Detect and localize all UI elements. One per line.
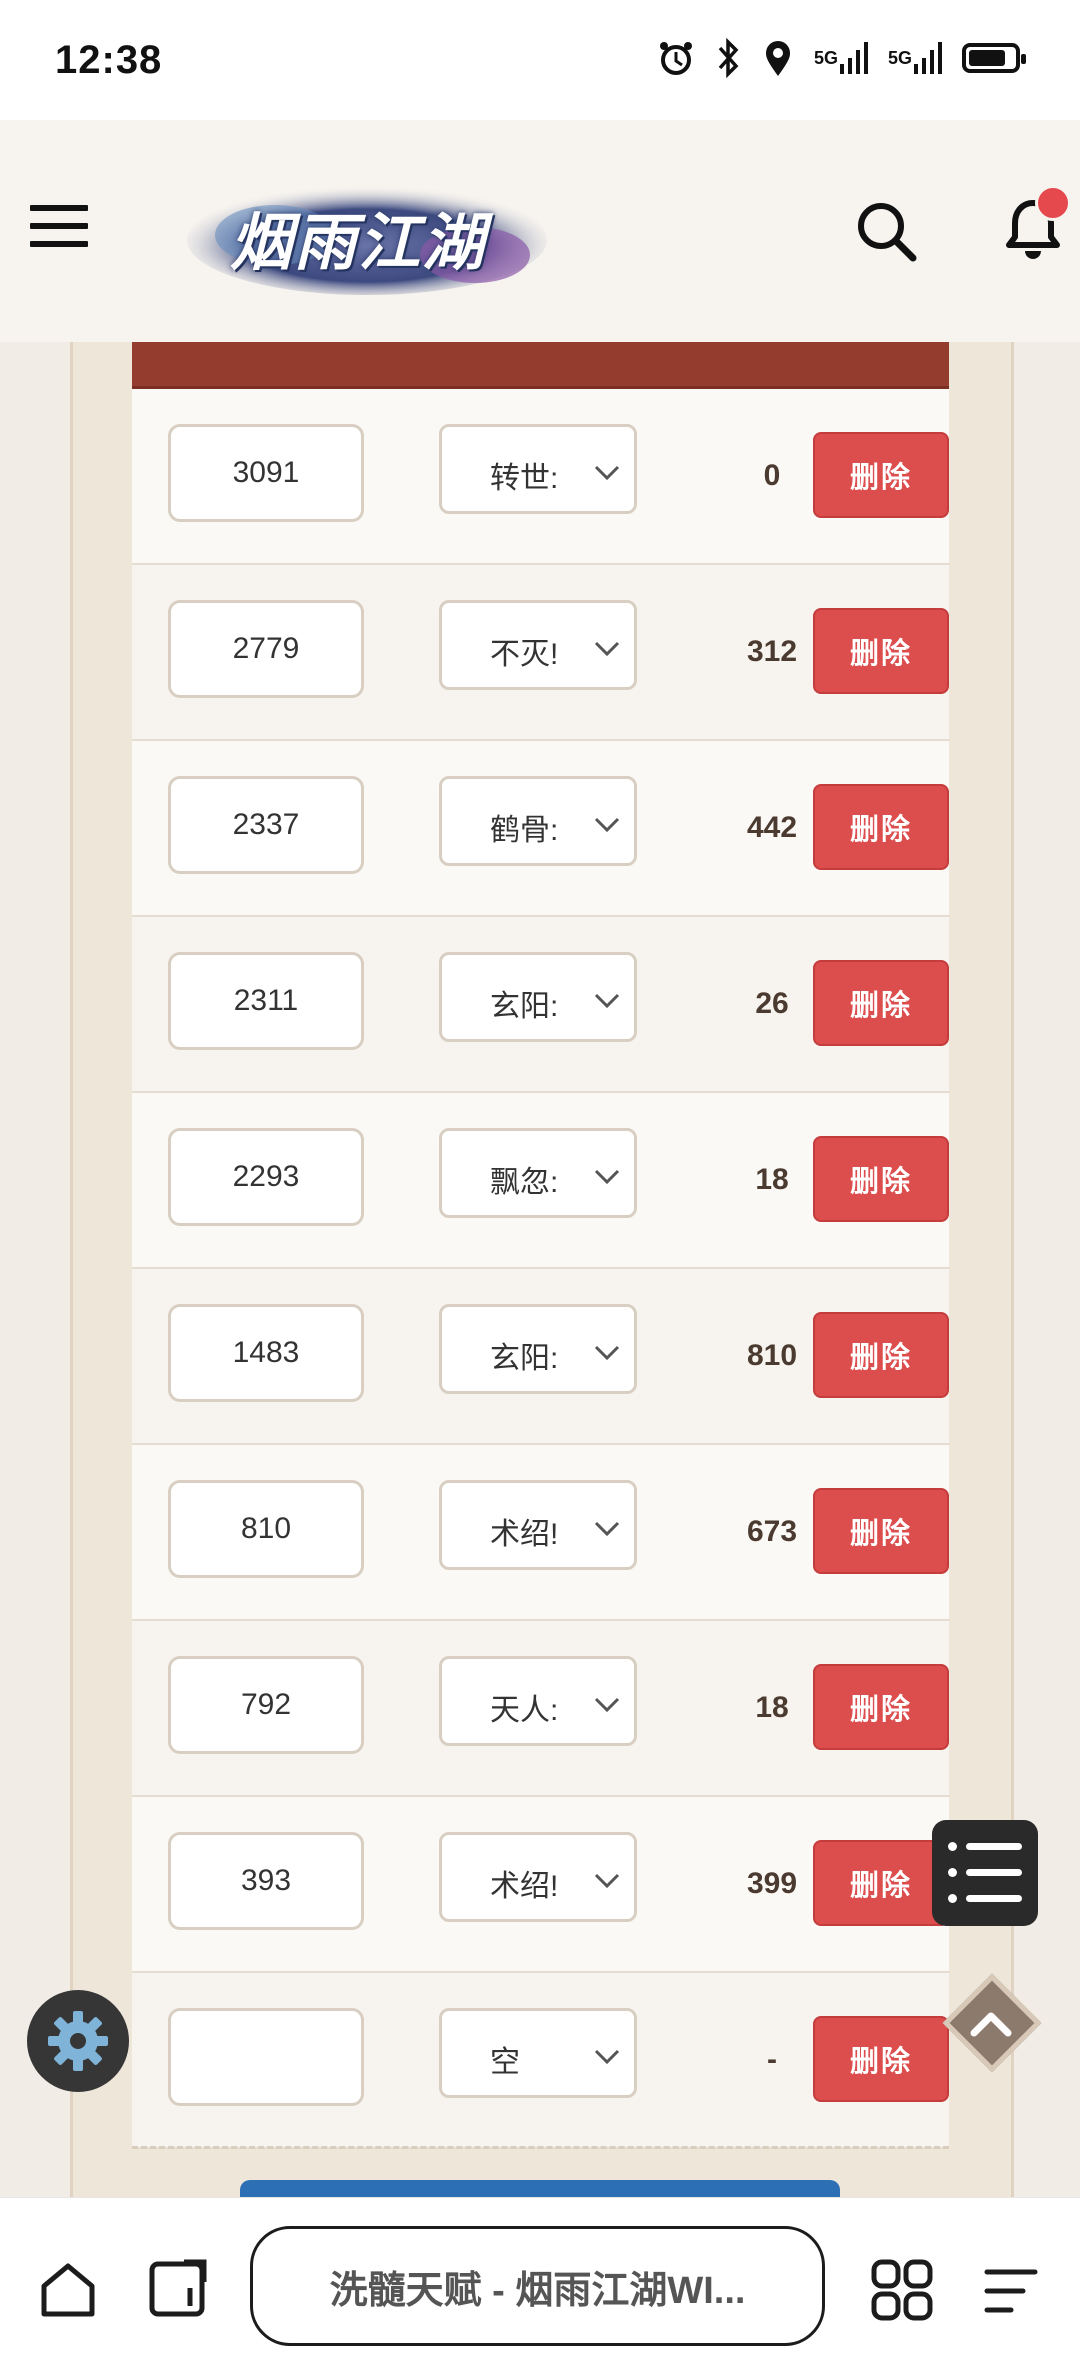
talent-select[interactable]: 转世: bbox=[439, 424, 637, 514]
talent-select[interactable]: 飘忽: bbox=[439, 1128, 637, 1218]
status-icons: 5G 5G bbox=[656, 38, 1026, 78]
id-input[interactable]: 2293 bbox=[168, 1128, 364, 1226]
signal-5g-secondary-icon: 5G bbox=[888, 40, 942, 76]
site-logo[interactable]: 烟雨江湖 bbox=[185, 180, 550, 298]
chevron-down-icon bbox=[594, 2049, 620, 2065]
back-to-top-icon bbox=[970, 2012, 1012, 2037]
table-row: 2779 不灭! 312 删除 bbox=[132, 565, 949, 741]
talent-select[interactable]: 不灭! bbox=[439, 600, 637, 690]
chevron-down-icon bbox=[594, 1345, 620, 1361]
browser-toolbar: 洗髓天赋 - 烟雨江湖WI... bbox=[0, 2197, 1080, 2376]
hamburger-icon[interactable] bbox=[30, 205, 88, 255]
table-row: 空 - 删除 bbox=[132, 1973, 949, 2149]
id-input[interactable]: 3091 bbox=[168, 424, 364, 522]
table-row: 810 术绍! 673 删除 bbox=[132, 1445, 949, 1621]
chevron-down-icon bbox=[594, 993, 620, 1009]
delete-button[interactable]: 删除 bbox=[813, 1664, 949, 1750]
talent-select[interactable]: 鹤骨: bbox=[439, 776, 637, 866]
delete-button[interactable]: 删除 bbox=[813, 960, 949, 1046]
site-header: 烟雨江湖 bbox=[0, 120, 1080, 342]
chevron-down-icon bbox=[594, 1873, 620, 1889]
talent-table: 3091 转世: 0 删除 2779 不灭! 312 删除 2337 鹤骨: 4… bbox=[132, 389, 949, 2149]
chevron-down-icon bbox=[594, 641, 620, 657]
delete-button[interactable]: 删除 bbox=[813, 1312, 949, 1398]
search-icon[interactable] bbox=[855, 200, 917, 262]
notification-dot bbox=[1035, 185, 1071, 221]
gear-icon[interactable] bbox=[27, 1990, 129, 2092]
id-input[interactable]: 2779 bbox=[168, 600, 364, 698]
id-input[interactable]: 393 bbox=[168, 1832, 364, 1930]
table-header bbox=[132, 342, 949, 389]
chevron-down-icon bbox=[594, 817, 620, 833]
talent-select[interactable]: 空 bbox=[439, 2008, 637, 2098]
section-divider bbox=[132, 2146, 949, 2149]
talent-select[interactable]: 玄阳: bbox=[439, 1304, 637, 1394]
table-row: 2293 飘忽: 18 删除 bbox=[132, 1093, 949, 1269]
id-input[interactable]: 2311 bbox=[168, 952, 364, 1050]
table-row: 393 术绍! 399 删除 bbox=[132, 1797, 949, 1973]
id-input[interactable]: 2337 bbox=[168, 776, 364, 874]
delete-button[interactable]: 删除 bbox=[813, 784, 949, 870]
table-row: 2311 玄阳: 26 删除 bbox=[132, 917, 949, 1093]
table-row: 1483 玄阳: 810 删除 bbox=[132, 1269, 949, 1445]
clock: 12:38 bbox=[55, 38, 163, 82]
status-bar: 12:38 5G 5G bbox=[0, 0, 1080, 120]
toc-list-icon[interactable] bbox=[932, 1820, 1038, 1926]
signal-5g-icon: 5G bbox=[814, 40, 868, 76]
delete-button[interactable]: 删除 bbox=[813, 432, 949, 518]
tabs-icon[interactable] bbox=[148, 2258, 210, 2320]
alarm-icon bbox=[656, 38, 696, 78]
chevron-down-icon bbox=[594, 465, 620, 481]
delete-button[interactable]: 删除 bbox=[813, 2016, 949, 2102]
chevron-down-icon bbox=[594, 1521, 620, 1537]
id-input[interactable]: 810 bbox=[168, 1480, 364, 1578]
id-input[interactable] bbox=[168, 2008, 364, 2106]
delete-button[interactable]: 删除 bbox=[813, 1488, 949, 1574]
talent-select[interactable]: 天人: bbox=[439, 1656, 637, 1746]
logo-text: 烟雨江湖 bbox=[230, 206, 487, 279]
table-row: 3091 转世: 0 删除 bbox=[132, 389, 949, 565]
battery-icon bbox=[962, 43, 1026, 73]
address-bar[interactable]: 洗髓天赋 - 烟雨江湖WI... bbox=[250, 2226, 825, 2346]
delete-button[interactable]: 删除 bbox=[813, 1840, 949, 1926]
bluetooth-icon bbox=[716, 38, 742, 78]
id-input[interactable]: 1483 bbox=[168, 1304, 364, 1402]
home-icon[interactable] bbox=[38, 2260, 98, 2320]
menu-icon[interactable] bbox=[983, 2266, 1039, 2316]
chevron-down-icon bbox=[594, 1169, 620, 1185]
delete-button[interactable]: 删除 bbox=[813, 608, 949, 694]
talent-select[interactable]: 玄阳: bbox=[439, 952, 637, 1042]
id-input[interactable]: 792 bbox=[168, 1656, 364, 1754]
grid-icon[interactable] bbox=[870, 2258, 934, 2322]
table-row: 2337 鹤骨: 442 删除 bbox=[132, 741, 949, 917]
talent-select[interactable]: 术绍! bbox=[439, 1480, 637, 1570]
delete-button[interactable]: 删除 bbox=[813, 1136, 949, 1222]
table-row: 792 天人: 18 删除 bbox=[132, 1621, 949, 1797]
talent-select[interactable]: 术绍! bbox=[439, 1832, 637, 1922]
location-icon bbox=[762, 38, 794, 78]
chevron-down-icon bbox=[594, 1697, 620, 1713]
